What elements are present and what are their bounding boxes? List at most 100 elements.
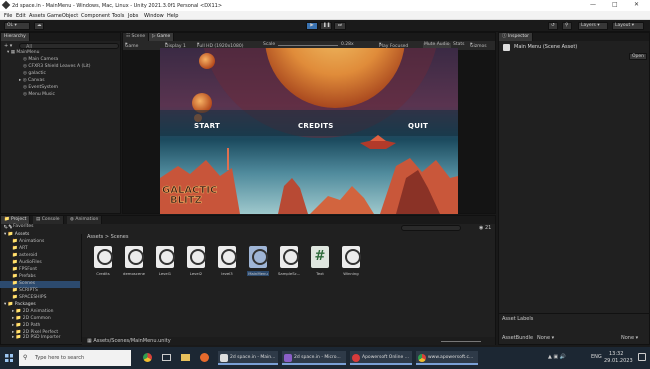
project-search[interactable] (401, 225, 461, 231)
hierarchy-item[interactable]: ◎ CFXR3 Shield Leaves A (Lit) (23, 64, 91, 70)
minimize-icon[interactable]: — (590, 1, 596, 8)
mute-audio-toggle[interactable]: Mute Audio (423, 42, 451, 48)
tree-item-package[interactable]: ▸ 📁 2D Path (12, 323, 40, 329)
tree-item-folder[interactable]: 📁 SCRIPTS (12, 288, 38, 294)
thumbnail-size-slider[interactable] (441, 341, 481, 342)
menu-tools[interactable]: Tools (112, 13, 124, 19)
hierarchy-item[interactable]: ▾ ▦ MainMenu (7, 50, 39, 56)
taskbar-task-unity[interactable]: 2d space.in - Main... (218, 351, 278, 365)
account-button[interactable]: OL ▾ (4, 22, 30, 30)
play-button[interactable]: ▶ (306, 22, 318, 30)
game-view[interactable]: START CREDITS QUIT GALACTIC BLITZ (160, 48, 458, 214)
credits-button[interactable]: CREDITS (298, 122, 334, 130)
taskbar-task-apowersoft[interactable]: Apowersoft Online ... (350, 351, 412, 365)
notification-icon[interactable] (638, 353, 646, 361)
language-indicator[interactable]: ENG (591, 355, 602, 360)
pause-button[interactable]: ❚❚ (320, 22, 332, 30)
taskbar-search-placeholder: Type here to search (35, 355, 85, 361)
taskbar-task-visual-studio[interactable]: 2d space.in - Micro... (282, 351, 346, 365)
system-tray-icons[interactable]: ▲ ▣ 🔊 (548, 355, 566, 360)
step-button[interactable]: ⏭ (334, 22, 346, 30)
taskbar-search[interactable]: ⚲ Type here to search (19, 350, 131, 366)
tree-item-folder[interactable]: 📁 Prefabs (12, 274, 36, 280)
inspector-panel: ⓘ Inspector Main Menu (Scene Asset) Open… (498, 32, 650, 345)
hierarchy-item[interactable]: ◎ EventSystem (23, 85, 58, 91)
asset-text[interactable]: # Text (309, 246, 331, 276)
tab-hierarchy[interactable]: Hierarchy (1, 33, 30, 41)
menu-gameobject[interactable]: GameObject (47, 13, 78, 19)
tree-item-package[interactable]: ▸ 📁 2D Common (12, 316, 51, 322)
asset-labels-heading: Asset Labels (502, 316, 534, 322)
close-icon[interactable]: ✕ (634, 1, 639, 8)
tree-item-package[interactable]: ▸ 📁 2D Animation (12, 309, 53, 315)
windows-start-icon[interactable] (5, 354, 13, 362)
quit-button[interactable]: QUIT (408, 122, 428, 130)
tree-item-folder[interactable]: 📁 FPSFont (12, 267, 37, 273)
csharp-script-icon: # (311, 246, 329, 268)
asset-mainmenu[interactable]: MainMenu (247, 246, 269, 276)
tree-item-package[interactable]: ▸ 📁 2D PSD Importer (12, 335, 61, 341)
menu-edit[interactable]: Edit (16, 13, 26, 19)
menu-component[interactable]: Component (81, 13, 110, 19)
menu-assets[interactable]: Assets (29, 13, 45, 19)
clock-time[interactable]: 13:32 (609, 352, 623, 357)
add-button[interactable]: + ▾ (4, 44, 12, 49)
layers-dropdown[interactable]: Layers ▾ (578, 22, 608, 30)
open-button[interactable]: Open (629, 53, 648, 60)
tree-item-folder[interactable]: 📁 Animations (12, 239, 44, 245)
tree-item-assets[interactable]: ▾ 📁 Assets (4, 232, 29, 238)
tree-item-folder[interactable]: 📁 asteroid (12, 253, 37, 259)
tree-item-folder[interactable]: 📁 SPACESHIPS (12, 295, 46, 301)
asset-level3[interactable]: level3 (216, 246, 238, 276)
menu-help[interactable]: Help (167, 13, 178, 19)
tab-game[interactable]: ▷ Game (149, 33, 175, 41)
tree-item-scenes[interactable]: 📁 Scenes (0, 281, 80, 288)
stats-toggle[interactable]: Stats (453, 42, 465, 48)
chrome-icon[interactable] (143, 353, 152, 362)
scale-slider[interactable] (278, 45, 338, 46)
hierarchy-item[interactable]: ◎ Main Camera (23, 57, 58, 63)
tree-item-favorites[interactable]: ▸ ★ Favorites (4, 224, 33, 230)
display-dropdown[interactable]: Display 1 ▾ (165, 42, 186, 48)
assetbundle-dropdown[interactable]: None ▾ (537, 336, 554, 341)
asset-level1[interactable]: Level1 (154, 246, 176, 276)
maximize-icon[interactable]: □ (612, 1, 618, 8)
asset-samplescene[interactable]: SampleSc... (278, 246, 300, 276)
tab-console[interactable]: ▤ Console (33, 216, 64, 224)
hierarchy-search[interactable]: All (19, 43, 119, 49)
hierarchy-item[interactable]: ◎ galactic (23, 71, 46, 77)
tree-item-packages[interactable]: ▾ 📁 Packages (4, 302, 36, 308)
tab-project[interactable]: 📁 Project (1, 216, 31, 224)
hierarchy-item[interactable]: ◎ Menu Music (23, 92, 55, 98)
assetbundle-variant-dropdown[interactable]: None ▾ (621, 336, 638, 341)
play-focused-dropdown[interactable]: Play Focused ▾ (379, 42, 408, 48)
tab-scene[interactable]: ☷ Scene (123, 33, 150, 41)
firefox-icon[interactable] (200, 353, 209, 362)
search-icon[interactable]: ⚲ (562, 22, 572, 30)
tab-inspector[interactable]: ⓘ Inspector (499, 33, 533, 41)
visual-studio-icon (284, 354, 292, 362)
project-breadcrumb[interactable]: Assets > Scenes (87, 235, 129, 240)
menu-window[interactable]: Window (144, 13, 164, 19)
hierarchy-item[interactable]: ▸ ◎ Canvas (19, 78, 45, 84)
tree-item-folder[interactable]: 📁 AudioFiles (12, 260, 42, 266)
tree-item-folder[interactable]: 📁 ART (12, 246, 28, 252)
tab-animation[interactable]: ◍ Animation (67, 216, 103, 224)
cloud-icon[interactable]: ☁ (34, 22, 44, 30)
menu-file[interactable]: File (4, 13, 12, 19)
game-mode-dropdown[interactable]: Game ▾ (125, 42, 138, 48)
start-button[interactable]: START (194, 122, 220, 130)
file-explorer-icon[interactable] (181, 354, 190, 361)
task-view-icon[interactable] (162, 354, 171, 361)
asset-demoscene[interactable]: demoscene (123, 246, 145, 276)
asset-level2[interactable]: Level2 (185, 246, 207, 276)
clock-date[interactable]: 29.01.2023 (604, 359, 633, 364)
resolution-dropdown[interactable]: Full HD (1920x1080) ▾ (197, 42, 243, 48)
asset-credits[interactable]: Credits (92, 246, 114, 276)
menu-jobs[interactable]: Jobs (128, 13, 138, 19)
layout-dropdown[interactable]: Layout ▾ (612, 22, 644, 30)
gizmos-dropdown[interactable]: Gizmos ▾ (470, 42, 487, 48)
asset-winning[interactable]: Winning (340, 246, 362, 276)
taskbar-task-browser[interactable]: www.apowersoft.c... (416, 351, 478, 365)
history-icon[interactable]: ↺ (548, 22, 558, 30)
